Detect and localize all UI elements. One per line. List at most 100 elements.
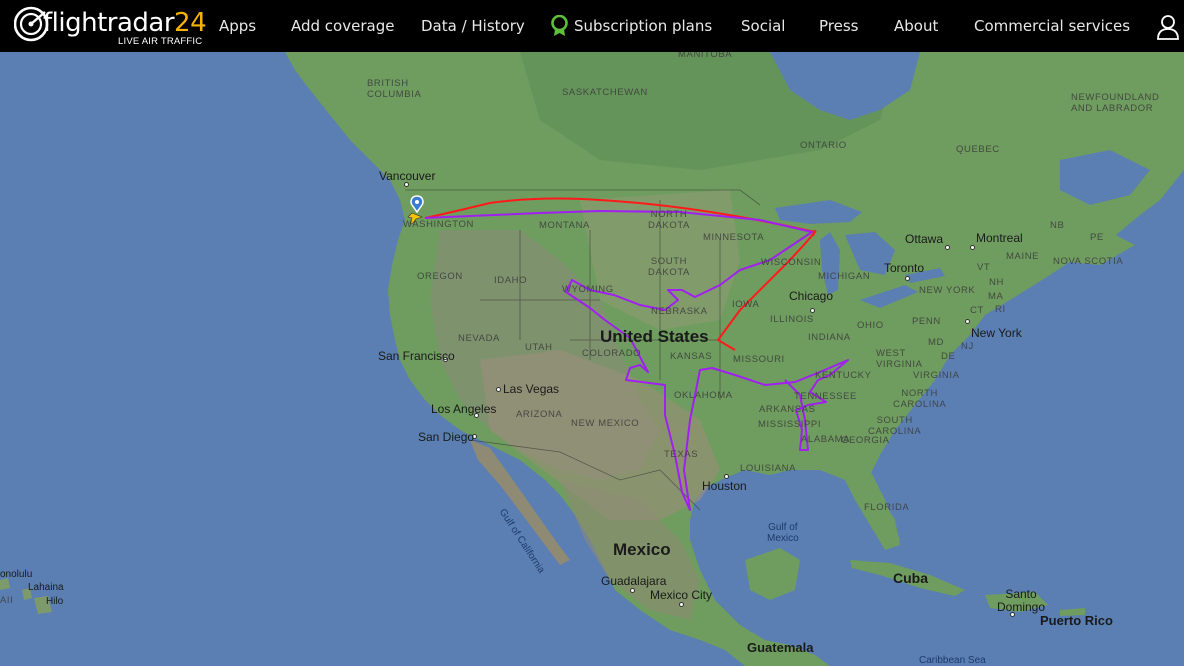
water-label: Caribbean Sea bbox=[919, 655, 986, 666]
region-label: OREGON bbox=[417, 271, 463, 282]
region-label: GEORGIA bbox=[841, 435, 890, 446]
region-label: MISSOURI bbox=[733, 354, 785, 365]
city-label[interactable]: Hilo bbox=[46, 596, 63, 607]
region-label: ILLINOIS bbox=[770, 314, 814, 325]
nav-social[interactable]: Social bbox=[741, 0, 785, 52]
city-label[interactable]: Lahaina bbox=[28, 582, 64, 593]
nav-data-history[interactable]: Data / History bbox=[421, 0, 525, 52]
region-label: KANSAS bbox=[670, 351, 713, 362]
region-label: DE bbox=[941, 351, 956, 362]
region-label: WISCONSIN bbox=[761, 257, 822, 268]
region-label: NH bbox=[989, 277, 1004, 288]
region-label: NORTH DAKOTA bbox=[648, 209, 690, 231]
region-label: MINNESOTA bbox=[703, 232, 765, 243]
nav-subscription-plans-label: Subscription plans bbox=[574, 17, 713, 35]
country-label[interactable]: Cuba bbox=[893, 570, 928, 586]
city-dot bbox=[945, 245, 950, 250]
city-label[interactable]: Los Angeles bbox=[431, 402, 496, 416]
city-label[interactable]: New York bbox=[971, 326, 1022, 340]
region-label: NEW YORK bbox=[919, 285, 976, 296]
region-label: MISSISSIPPI bbox=[758, 419, 822, 430]
region-label: WASHINGTON bbox=[403, 219, 474, 230]
city-label[interactable]: Guatemala bbox=[747, 640, 813, 655]
region-label: BRITISH COLUMBIA bbox=[367, 78, 422, 100]
award-badge-icon bbox=[551, 15, 568, 36]
city-label[interactable]: Houston bbox=[702, 479, 747, 493]
region-label: ARKANSAS bbox=[759, 404, 816, 415]
city-label[interactable]: Montreal bbox=[976, 231, 1023, 245]
water-label: Gulf of Mexico bbox=[767, 522, 799, 544]
logo-tagline: LIVE AIR TRAFFIC bbox=[118, 36, 203, 47]
nav-subscription-plans[interactable]: Subscription plans bbox=[551, 0, 712, 52]
city-label[interactable]: Las Vegas bbox=[503, 382, 559, 396]
city-label[interactable]: Santo Domingo bbox=[997, 588, 1045, 614]
city-label[interactable]: Mexico City bbox=[650, 588, 712, 602]
region-label: CT bbox=[970, 305, 984, 316]
region-label: VIRGINIA bbox=[913, 370, 960, 381]
nav-add-coverage[interactable]: Add coverage bbox=[291, 0, 394, 52]
nav-press[interactable]: Press bbox=[819, 0, 858, 52]
region-label: WEST VIRGINIA bbox=[876, 348, 923, 370]
region-label: NEW MEXICO bbox=[571, 418, 640, 429]
city-label[interactable]: San Francisco bbox=[378, 349, 455, 363]
map-view[interactable]: BRITISH COLUMBIA MANITOBA SASKATCHEWAN ON… bbox=[0, 49, 1184, 666]
city-label[interactable]: Toronto bbox=[884, 261, 924, 275]
region-label: UTAH bbox=[525, 342, 553, 353]
region-label: ONTARIO bbox=[800, 140, 847, 151]
region-label: NEVADA bbox=[458, 333, 500, 344]
region-label: NEWFOUNDLAND AND LABRADOR bbox=[1071, 92, 1160, 114]
city-dot bbox=[970, 245, 975, 250]
nav-commercial-services[interactable]: Commercial services bbox=[974, 0, 1130, 52]
nav-apps[interactable]: Apps bbox=[219, 0, 256, 52]
city-label[interactable]: Guadalajara bbox=[601, 574, 666, 588]
region-label: VT bbox=[977, 262, 991, 273]
logo-wordmark: flightradar24 bbox=[43, 8, 207, 38]
country-label[interactable]: Puerto Rico bbox=[1040, 613, 1113, 628]
city-dot bbox=[630, 588, 635, 593]
map-canvas[interactable] bbox=[0, 52, 1184, 666]
region-label: AII bbox=[0, 595, 14, 606]
region-label: MONTANA bbox=[539, 220, 590, 231]
region-label: SASKATCHEWAN bbox=[562, 87, 648, 98]
region-label: IDAHO bbox=[494, 275, 528, 286]
region-label: MA bbox=[988, 291, 1004, 302]
city-label[interactable]: Chicago bbox=[789, 289, 833, 303]
region-label: NORTH CAROLINA bbox=[893, 388, 947, 410]
region-label: MD bbox=[928, 337, 944, 348]
region-label: NOVA SCOTIA bbox=[1053, 256, 1124, 267]
region-label: FLORIDA bbox=[864, 502, 910, 513]
city-dot bbox=[810, 308, 815, 313]
region-label: ARIZONA bbox=[516, 409, 563, 420]
top-navigation-bar: flightradar24 LIVE AIR TRAFFIC Apps Add … bbox=[0, 0, 1184, 52]
region-label: NEBRASKA bbox=[651, 306, 708, 317]
country-label[interactable]: Mexico bbox=[613, 540, 671, 560]
region-label: PENN bbox=[912, 316, 941, 327]
city-label[interactable]: onolulu bbox=[0, 569, 32, 580]
region-label: SOUTH CAROLINA bbox=[868, 415, 922, 437]
region-label: KENTUCKY bbox=[815, 370, 872, 381]
region-label: TEXAS bbox=[664, 449, 699, 460]
city-dot bbox=[496, 387, 501, 392]
region-label: WYOMING bbox=[562, 284, 614, 295]
region-label: MICHIGAN bbox=[818, 271, 871, 282]
region-label: IOWA bbox=[732, 299, 760, 310]
region-label: NJ bbox=[961, 341, 974, 352]
country-label[interactable]: United States bbox=[600, 327, 709, 347]
city-label[interactable]: Vancouver bbox=[379, 169, 435, 183]
region-label: SOUTH DAKOTA bbox=[648, 256, 690, 278]
flightradar24-app: BRITISH COLUMBIA MANITOBA SASKATCHEWAN ON… bbox=[0, 0, 1184, 666]
flightradar24-logo[interactable]: flightradar24 LIVE AIR TRAFFIC bbox=[14, 6, 207, 48]
region-label: OKLAHOMA bbox=[674, 390, 733, 401]
region-label: COLORADO bbox=[582, 348, 642, 359]
city-label[interactable]: San Diego bbox=[418, 430, 474, 444]
user-icon[interactable] bbox=[1156, 14, 1180, 40]
region-label: OHIO bbox=[857, 320, 884, 331]
region-label: QUEBEC bbox=[956, 144, 1000, 155]
region-label: INDIANA bbox=[808, 332, 851, 343]
nav-about[interactable]: About bbox=[894, 0, 938, 52]
region-label: LOUISIANA bbox=[740, 463, 797, 474]
city-label[interactable]: Ottawa bbox=[905, 232, 943, 246]
region-label: RI bbox=[995, 304, 1006, 315]
city-dot bbox=[679, 602, 684, 607]
city-dot bbox=[905, 276, 910, 281]
